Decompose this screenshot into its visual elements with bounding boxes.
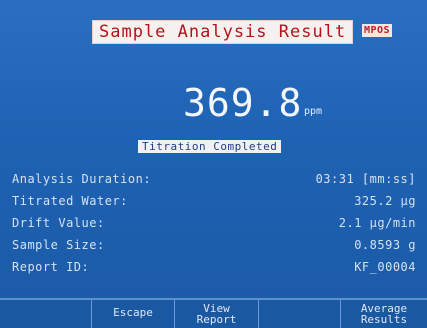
detail-label: Sample Size: bbox=[12, 238, 105, 252]
detail-value: 325.2 µg bbox=[354, 194, 416, 208]
instrument-screen: Sample Analysis Result MPOS 369.8 ppm Ti… bbox=[0, 0, 427, 328]
detail-label: Titrated Water: bbox=[12, 194, 128, 208]
softkey-4-button[interactable] bbox=[259, 300, 341, 328]
result-value: 369.8 bbox=[183, 81, 303, 125]
softkey-bar: Escape View Report Average Results bbox=[0, 298, 427, 328]
detail-value: 0.8593 g bbox=[354, 238, 416, 252]
detail-value: KF_00004 bbox=[354, 260, 416, 274]
page-title: Sample Analysis Result bbox=[92, 20, 354, 44]
detail-row-report-id: Report ID: KF_00004 bbox=[12, 256, 416, 278]
detail-row-duration: Analysis Duration: 03:31 [mm:ss] bbox=[12, 168, 416, 190]
result-details: Analysis Duration: 03:31 [mm:ss] Titrate… bbox=[12, 168, 416, 278]
average-results-button[interactable]: Average Results bbox=[341, 300, 427, 328]
detail-label: Drift Value: bbox=[12, 216, 105, 230]
detail-row-sample-size: Sample Size: 0.8593 g bbox=[12, 234, 416, 256]
detail-row-titrated-water: Titrated Water: 325.2 µg bbox=[12, 190, 416, 212]
detail-value: 2.1 µg/min bbox=[338, 216, 416, 230]
escape-button[interactable]: Escape bbox=[92, 300, 175, 328]
status-badge: MPOS bbox=[362, 24, 393, 37]
detail-value: 03:31 [mm:ss] bbox=[315, 172, 416, 186]
detail-row-drift: Drift Value: 2.1 µg/min bbox=[12, 212, 416, 234]
view-report-button[interactable]: View Report bbox=[175, 300, 259, 328]
softkey-1-button[interactable] bbox=[0, 300, 92, 328]
detail-label: Analysis Duration: bbox=[12, 172, 152, 186]
detail-label: Report ID: bbox=[12, 260, 90, 274]
result-unit: ppm bbox=[304, 106, 323, 117]
titration-status: Titration Completed bbox=[138, 140, 282, 153]
